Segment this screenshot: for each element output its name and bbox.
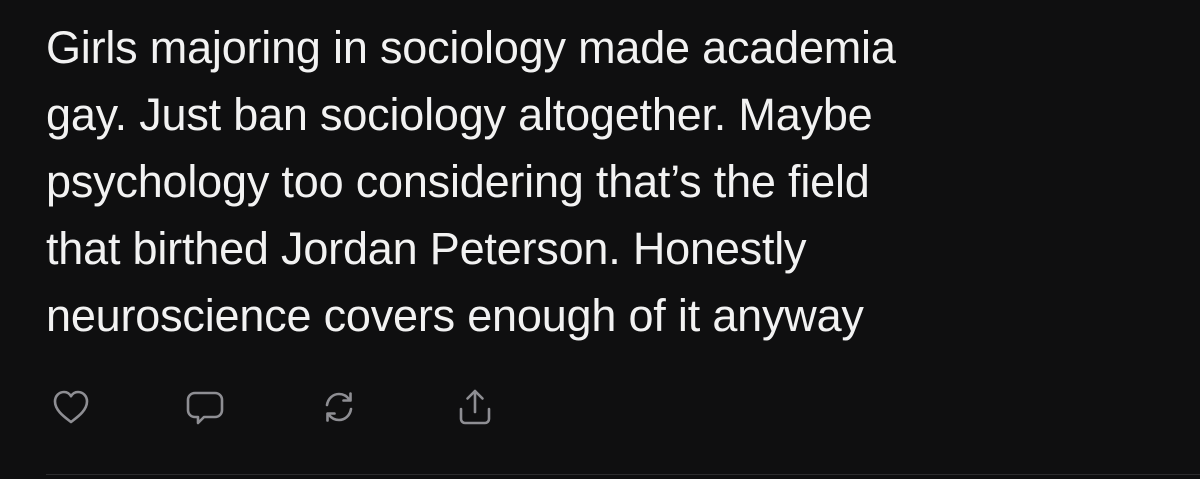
reply-button[interactable] [174, 376, 236, 438]
repost-icon [325, 392, 353, 422]
share-button[interactable] [444, 376, 506, 438]
repost-button[interactable] [308, 376, 370, 438]
post-text-line-2: gay. Just ban sociology altogether. Mayb… [46, 89, 873, 140]
share-icon [459, 389, 491, 425]
post-text-line-5: neuroscience covers enough of it anyway [46, 290, 864, 341]
post-action-bar [0, 376, 1200, 438]
post-text-line-1: Girls majoring in sociology made academi… [46, 22, 896, 73]
post-card: Girls majoring in sociology made academi… [0, 0, 1200, 479]
post-text-line-3: psychology too considering that’s the fi… [46, 156, 870, 207]
post-text: Girls majoring in sociology made academi… [46, 14, 1176, 349]
post-text-line-4: that birthed Jordan Peterson. Honestly [46, 223, 807, 274]
divider [46, 474, 1200, 475]
like-button[interactable] [40, 376, 102, 438]
speech-bubble-icon [186, 391, 224, 425]
heart-icon [53, 390, 89, 424]
